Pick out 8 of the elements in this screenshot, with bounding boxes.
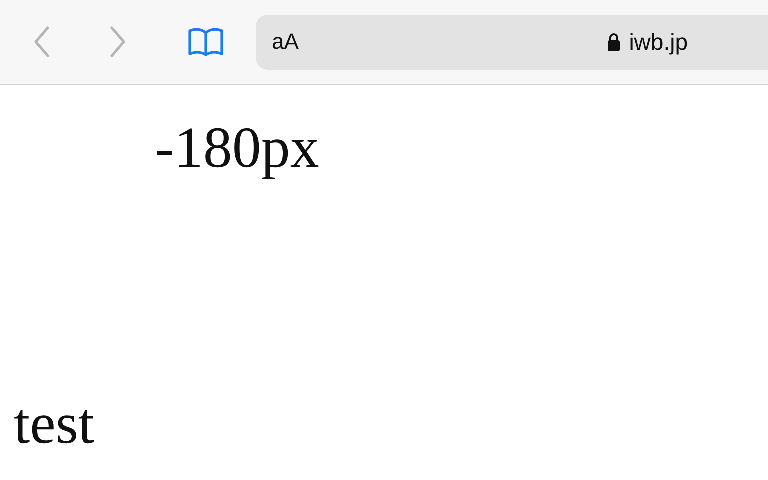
body-text: test xyxy=(14,395,96,453)
url-text: iwb.jp xyxy=(629,28,688,56)
lock-icon xyxy=(607,32,622,52)
address-bar[interactable]: aA iwb.jp xyxy=(256,14,768,70)
heading-text: -180px xyxy=(155,119,320,177)
text-size-button[interactable]: aA xyxy=(272,29,299,55)
bookmarks-button[interactable] xyxy=(188,27,224,57)
book-icon xyxy=(188,27,224,57)
